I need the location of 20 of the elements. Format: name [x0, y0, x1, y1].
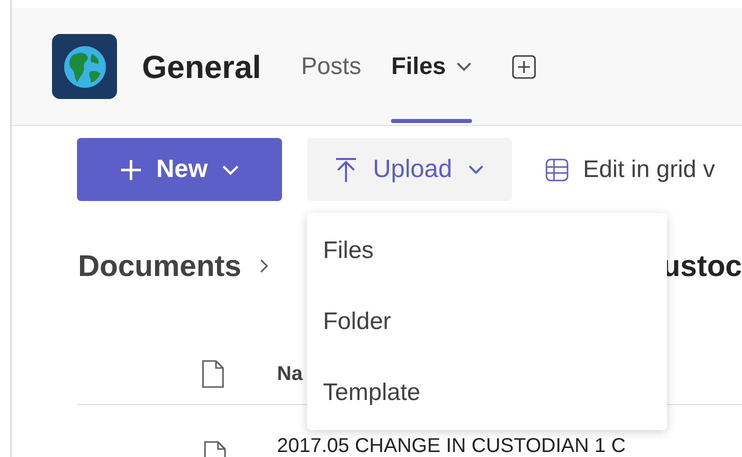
new-button[interactable]: New — [77, 138, 282, 201]
menu-item[interactable]: Folder — [307, 286, 667, 357]
channel-title: General — [142, 48, 262, 86]
file-icon — [201, 358, 225, 388]
menu-item[interactable]: Files — [307, 215, 667, 286]
file-name[interactable]: 2017.05 CHANGE IN CUSTODIAN 1 C — [277, 436, 626, 456]
tab[interactable]: Files — [391, 8, 472, 125]
chevron-down-icon — [222, 164, 239, 174]
upload-icon — [334, 156, 357, 182]
tab[interactable]: Posts — [301, 8, 362, 125]
column-header[interactable]: Na — [277, 358, 303, 388]
add-tab-icon[interactable] — [512, 54, 536, 78]
edit-grid-view-button[interactable]: Edit in grid v — [545, 152, 716, 188]
plus-icon — [120, 158, 142, 180]
chevron-down-icon — [468, 165, 484, 174]
grid-icon — [545, 158, 569, 182]
menu-item[interactable]: Template — [307, 357, 667, 428]
globe-logo-icon — [52, 34, 117, 99]
upload-button[interactable]: Upload — [307, 138, 512, 201]
breadcrumb-root[interactable]: Documents — [78, 244, 242, 288]
